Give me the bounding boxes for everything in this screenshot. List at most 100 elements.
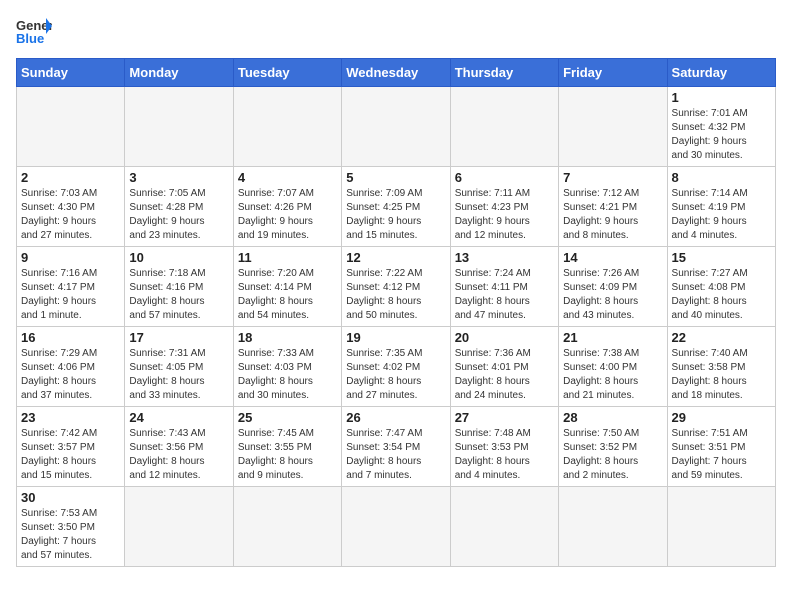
day-info: Sunrise: 7:36 AM Sunset: 4:01 PM Dayligh… [455,347,554,403]
calendar-day-cell: 14 Sunrise: 7:26 AM Sunset: 4:09 PM Dayli… [559,247,667,327]
day-info: Sunrise: 7:11 AM Sunset: 4:23 PM Dayligh… [455,187,554,243]
calendar-day-cell [233,87,341,167]
calendar-day-cell: 19 Sunrise: 7:35 AM Sunset: 4:02 PM Dayli… [342,327,450,407]
day-number: 23 [21,410,120,425]
day-number: 27 [455,410,554,425]
calendar-day-cell: 7 Sunrise: 7:12 AM Sunset: 4:21 PM Daylig… [559,167,667,247]
day-info: Sunrise: 7:42 AM Sunset: 3:57 PM Dayligh… [21,427,120,483]
calendar-day-cell: 5 Sunrise: 7:09 AM Sunset: 4:25 PM Daylig… [342,167,450,247]
day-info: Sunrise: 7:07 AM Sunset: 4:26 PM Dayligh… [238,187,337,243]
calendar-day-cell: 10 Sunrise: 7:18 AM Sunset: 4:16 PM Dayli… [125,247,233,327]
logo-icon: General Blue [16,16,52,46]
weekday-header-cell: Saturday [667,59,775,87]
calendar-day-cell [559,87,667,167]
day-number: 22 [672,330,771,345]
day-number: 5 [346,170,445,185]
calendar-day-cell: 29Sunrise: 7:51 AM Sunset: 3:51 PM Dayli… [667,407,775,487]
day-info: Sunrise: 7:35 AM Sunset: 4:02 PM Dayligh… [346,347,445,403]
calendar-day-cell: 26 Sunrise: 7:47 AM Sunset: 3:54 PM Dayli… [342,407,450,487]
calendar-day-cell [125,87,233,167]
calendar-week-row: 1 Sunrise: 7:01 AM Sunset: 4:32 PM Daylig… [17,87,776,167]
day-number: 10 [129,250,228,265]
calendar-day-cell: 16Sunrise: 7:29 AM Sunset: 4:06 PM Dayli… [17,327,125,407]
calendar-week-row: 9 Sunrise: 7:16 AM Sunset: 4:17 PM Daylig… [17,247,776,327]
day-number: 14 [563,250,662,265]
weekday-header-cell: Tuesday [233,59,341,87]
day-info: Sunrise: 7:43 AM Sunset: 3:56 PM Dayligh… [129,427,228,483]
calendar-day-cell: 22 Sunrise: 7:40 AM Sunset: 3:58 PM Dayli… [667,327,775,407]
day-info: Sunrise: 7:01 AM Sunset: 4:32 PM Dayligh… [672,107,771,163]
weekday-header-cell: Friday [559,59,667,87]
day-number: 21 [563,330,662,345]
day-number: 3 [129,170,228,185]
calendar-week-row: 23 Sunrise: 7:42 AM Sunset: 3:57 PM Dayli… [17,407,776,487]
weekday-header: SundayMondayTuesdayWednesdayThursdayFrid… [17,59,776,87]
calendar-day-cell: 6 Sunrise: 7:11 AM Sunset: 4:23 PM Daylig… [450,167,558,247]
calendar-day-cell: 23 Sunrise: 7:42 AM Sunset: 3:57 PM Dayli… [17,407,125,487]
calendar-day-cell [450,487,558,567]
header: General Blue [16,16,776,46]
day-info: Sunrise: 7:03 AM Sunset: 4:30 PM Dayligh… [21,187,120,243]
day-number: 4 [238,170,337,185]
calendar-day-cell: 2 Sunrise: 7:03 AM Sunset: 4:30 PM Daylig… [17,167,125,247]
calendar-day-cell: 8Sunrise: 7:14 AM Sunset: 4:19 PM Daylig… [667,167,775,247]
day-number: 12 [346,250,445,265]
calendar-day-cell [342,87,450,167]
calendar-body: 1 Sunrise: 7:01 AM Sunset: 4:32 PM Daylig… [17,87,776,567]
day-number: 13 [455,250,554,265]
day-info: Sunrise: 7:31 AM Sunset: 4:05 PM Dayligh… [129,347,228,403]
calendar-day-cell: 3 Sunrise: 7:05 AM Sunset: 4:28 PM Daylig… [125,167,233,247]
calendar-day-cell: 25 Sunrise: 7:45 AM Sunset: 3:55 PM Dayli… [233,407,341,487]
day-info: Sunrise: 7:38 AM Sunset: 4:00 PM Dayligh… [563,347,662,403]
day-info: Sunrise: 7:27 AM Sunset: 4:08 PM Dayligh… [672,267,771,323]
calendar-day-cell: 17Sunrise: 7:31 AM Sunset: 4:05 PM Dayli… [125,327,233,407]
day-info: Sunrise: 7:33 AM Sunset: 4:03 PM Dayligh… [238,347,337,403]
day-info: Sunrise: 7:09 AM Sunset: 4:25 PM Dayligh… [346,187,445,243]
weekday-header-cell: Sunday [17,59,125,87]
day-info: Sunrise: 7:22 AM Sunset: 4:12 PM Dayligh… [346,267,445,323]
calendar-day-cell: 24 Sunrise: 7:43 AM Sunset: 3:56 PM Dayli… [125,407,233,487]
day-number: 1 [672,90,771,105]
day-number: 7 [563,170,662,185]
calendar-day-cell [233,487,341,567]
day-info: Sunrise: 7:50 AM Sunset: 3:52 PM Dayligh… [563,427,662,483]
day-info: Sunrise: 7:45 AM Sunset: 3:55 PM Dayligh… [238,427,337,483]
calendar-day-cell: 30Sunrise: 7:53 AM Sunset: 3:50 PM Dayli… [17,487,125,567]
day-number: 6 [455,170,554,185]
day-info: Sunrise: 7:12 AM Sunset: 4:21 PM Dayligh… [563,187,662,243]
day-info: Sunrise: 7:53 AM Sunset: 3:50 PM Dayligh… [21,507,120,563]
day-info: Sunrise: 7:40 AM Sunset: 3:58 PM Dayligh… [672,347,771,403]
calendar-day-cell: 20Sunrise: 7:36 AM Sunset: 4:01 PM Dayli… [450,327,558,407]
day-info: Sunrise: 7:16 AM Sunset: 4:17 PM Dayligh… [21,267,120,323]
calendar-day-cell: 11Sunrise: 7:20 AM Sunset: 4:14 PM Dayli… [233,247,341,327]
day-number: 11 [238,250,337,265]
calendar: SundayMondayTuesdayWednesdayThursdayFrid… [16,58,776,567]
calendar-day-cell [559,487,667,567]
calendar-day-cell: 27Sunrise: 7:48 AM Sunset: 3:53 PM Dayli… [450,407,558,487]
calendar-day-cell: 28 Sunrise: 7:50 AM Sunset: 3:52 PM Dayli… [559,407,667,487]
calendar-day-cell: 13Sunrise: 7:24 AM Sunset: 4:11 PM Dayli… [450,247,558,327]
day-info: Sunrise: 7:47 AM Sunset: 3:54 PM Dayligh… [346,427,445,483]
calendar-day-cell: 4 Sunrise: 7:07 AM Sunset: 4:26 PM Daylig… [233,167,341,247]
day-number: 9 [21,250,120,265]
day-number: 24 [129,410,228,425]
calendar-week-row: 2 Sunrise: 7:03 AM Sunset: 4:30 PM Daylig… [17,167,776,247]
calendar-day-cell [450,87,558,167]
day-number: 19 [346,330,445,345]
day-number: 26 [346,410,445,425]
day-number: 25 [238,410,337,425]
day-number: 2 [21,170,120,185]
calendar-day-cell: 15 Sunrise: 7:27 AM Sunset: 4:08 PM Dayli… [667,247,775,327]
calendar-day-cell [667,487,775,567]
day-number: 16 [21,330,120,345]
svg-text:Blue: Blue [16,31,44,46]
calendar-week-row: 16Sunrise: 7:29 AM Sunset: 4:06 PM Dayli… [17,327,776,407]
day-info: Sunrise: 7:18 AM Sunset: 4:16 PM Dayligh… [129,267,228,323]
day-info: Sunrise: 7:26 AM Sunset: 4:09 PM Dayligh… [563,267,662,323]
day-number: 15 [672,250,771,265]
weekday-header-cell: Monday [125,59,233,87]
day-number: 29 [672,410,771,425]
calendar-day-cell: 21 Sunrise: 7:38 AM Sunset: 4:00 PM Dayli… [559,327,667,407]
day-info: Sunrise: 7:05 AM Sunset: 4:28 PM Dayligh… [129,187,228,243]
day-number: 28 [563,410,662,425]
